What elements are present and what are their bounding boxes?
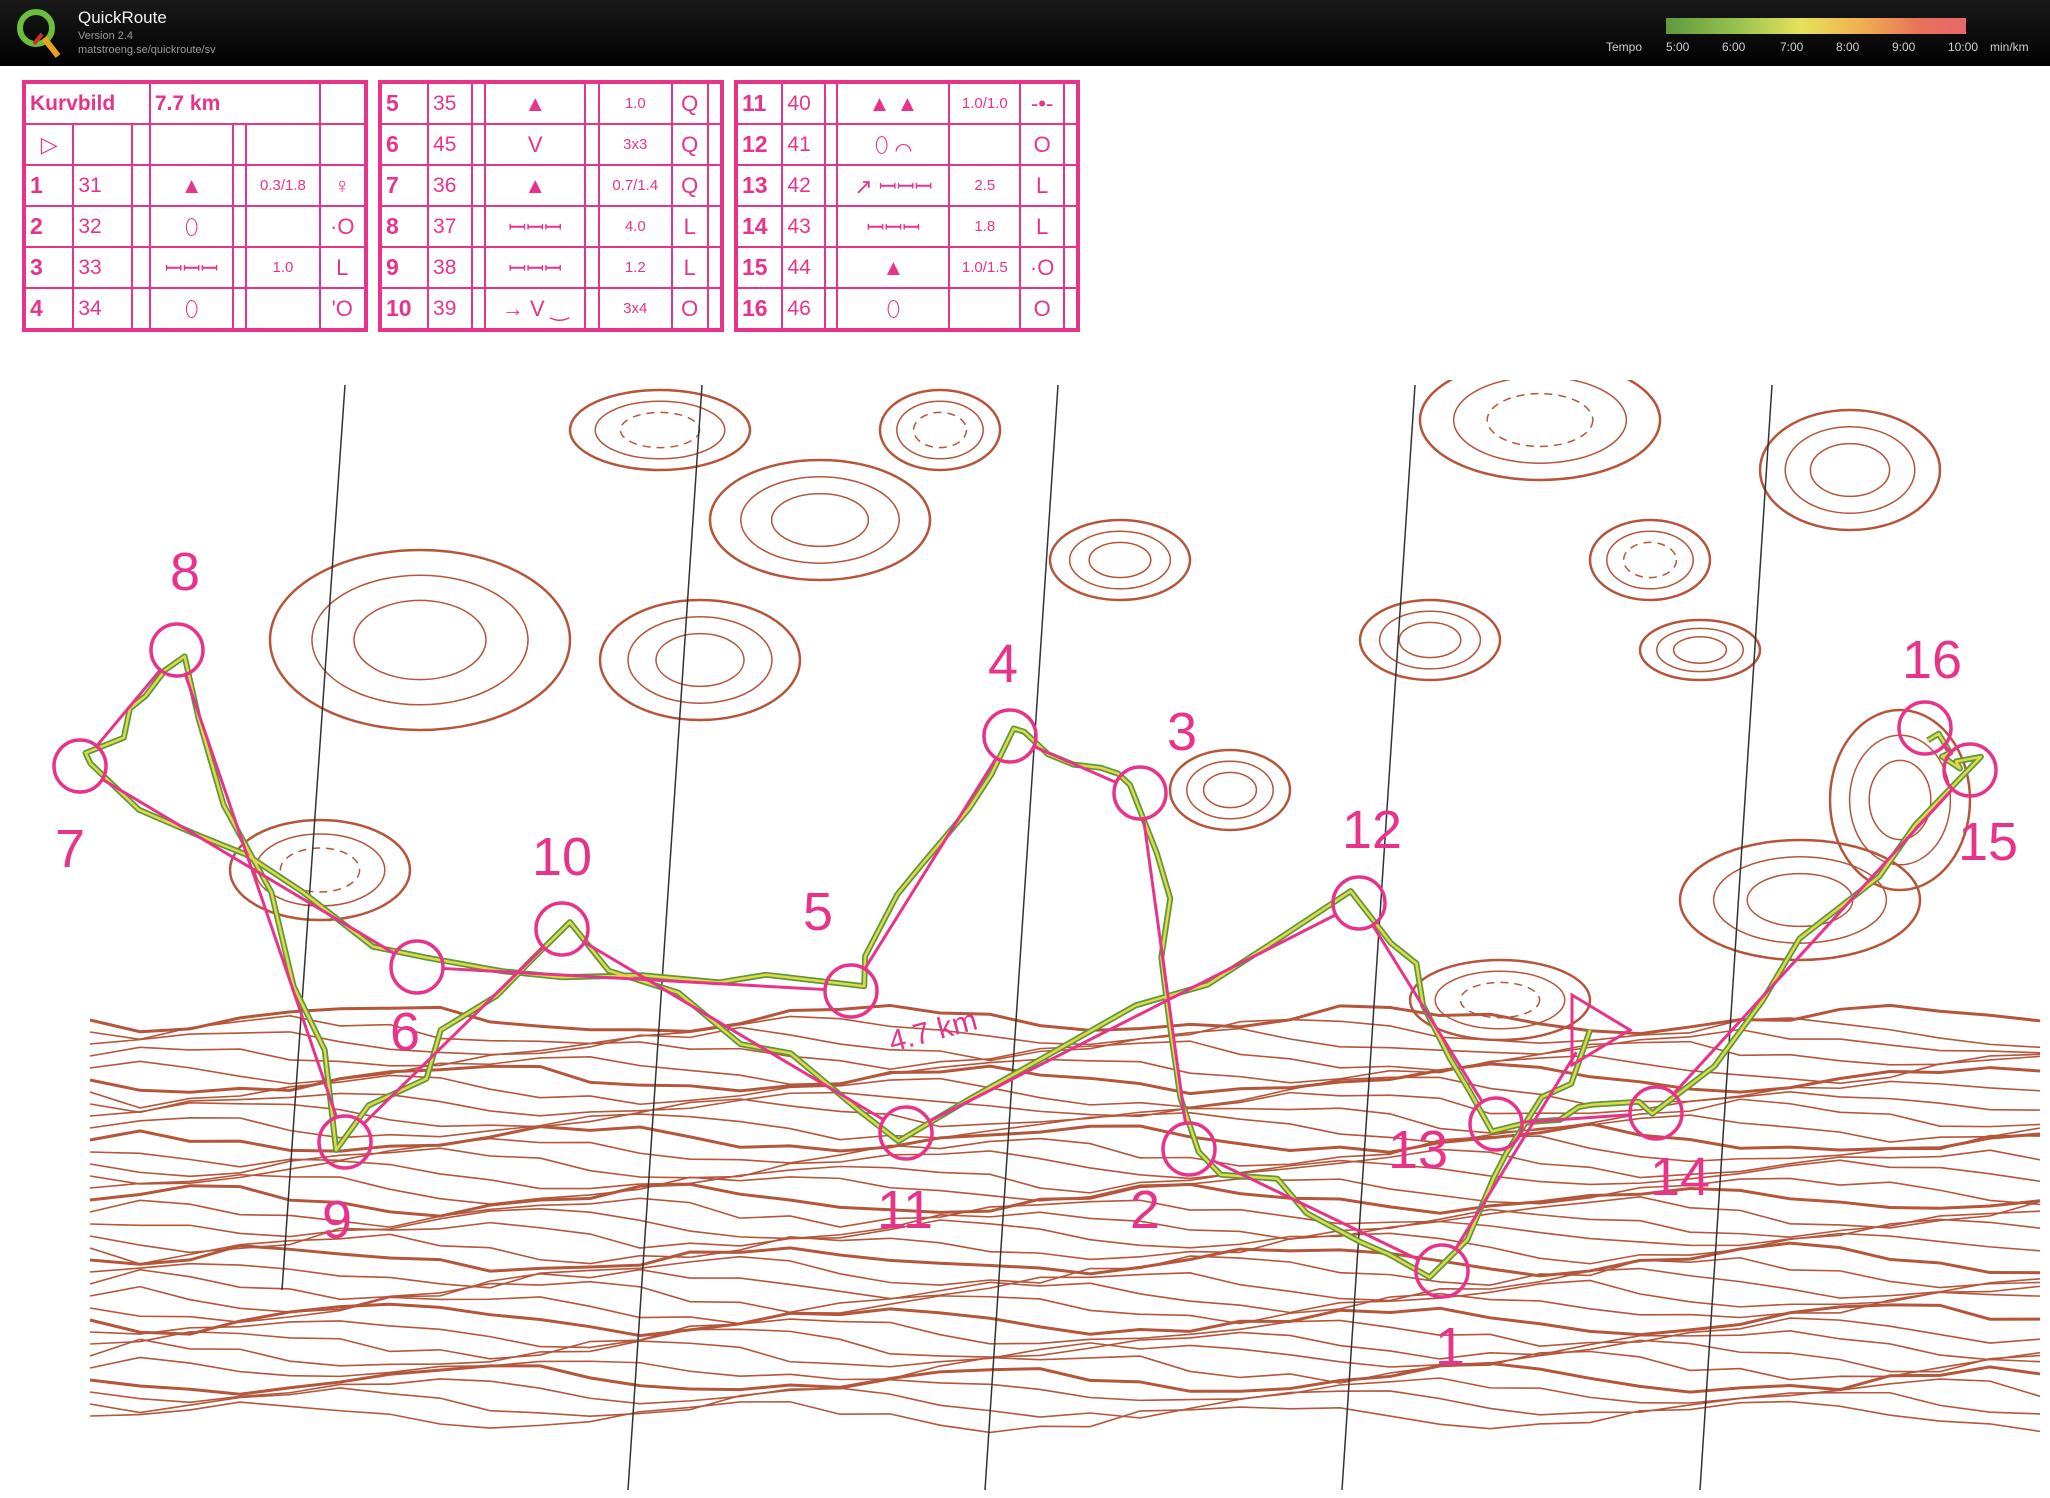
control-number-label: 3 xyxy=(1167,702,1197,762)
description-row: 4 34 ⬯ 'O xyxy=(22,287,368,331)
control-circle xyxy=(149,622,205,678)
description-row: 10 39 → V ‿ 3x4 O xyxy=(378,287,724,331)
control-number-label: 1 xyxy=(1435,1317,1465,1377)
description-row: 3 33 ꟷꟷꟷ 1.0 L xyxy=(22,246,368,289)
app-title: QuickRoute xyxy=(78,8,167,27)
description-row: 12 41 ⬯ ⌒ O xyxy=(734,123,1080,166)
tempo-tick: 9:00 xyxy=(1892,40,1916,54)
description-row: 15 44 ▲ 1.0/1.5 ·O xyxy=(734,246,1080,289)
tempo-unit: min/km xyxy=(1990,40,2029,54)
control-number-label: 12 xyxy=(1342,800,1402,860)
tempo-tick: 5:00 xyxy=(1666,40,1690,54)
control-description-table-2: 5 35 ▲ 1.0 Q 6 45 V 3x3 Q 7 36 ▲ 0.7/1.4 Q 8 37 ꟷꟷꟷ 4.0… xyxy=(378,80,724,332)
control-number-label: 14 xyxy=(1650,1147,1710,1207)
app-url[interactable]: matstroeng.se/quickroute/sv xyxy=(78,44,216,56)
control-number-label: 11 xyxy=(877,1180,933,1240)
control-number-label: 6 xyxy=(390,1002,420,1062)
event-name: Kurvbild xyxy=(23,81,151,125)
description-row: 7 36 ▲ 0.7/1.4 Q xyxy=(378,164,724,207)
app-version: Version 2.4 xyxy=(78,30,134,42)
control-description-table-3: 11 40 ▲ ▲ 1.0/1.0 -•- 12 41 ⬯ ⌒ O 13 42 ↗ ꟷꟷꟷ 2.5 L… xyxy=(734,80,1080,332)
control-number-label: 5 xyxy=(803,882,833,942)
start-triangle-icon: ▷ xyxy=(22,123,75,166)
control-number-label: 9 xyxy=(322,1190,352,1250)
control-number-label: 15 xyxy=(1958,812,2018,872)
description-row: 14 43 ꟷꟷꟷ 1.8 L xyxy=(734,205,1080,248)
orienteering-map[interactable]: 4.7 km 12345678910111213 141516 xyxy=(0,380,2050,1498)
control-number-label: 7 xyxy=(55,819,85,879)
tempo-tick: 6:00 xyxy=(1722,40,1746,54)
description-row: 5 35 ▲ 1.0 Q xyxy=(378,81,724,125)
tempo-label: Tempo xyxy=(1606,40,1643,54)
description-row: 8 37 ꟷꟷꟷ 4.0 L xyxy=(378,205,724,248)
control-number-label: 2 xyxy=(1130,1180,1160,1240)
app-header: QuickRoute Version 2.4 matstroeng.se/qui… xyxy=(0,0,2050,66)
description-row: 6 45 V 3x3 Q xyxy=(378,123,724,166)
tempo-tick: 7:00 xyxy=(1780,40,1804,54)
description-row: 1 31 ▲ 0.3/1.8 ♀ xyxy=(22,164,368,207)
control-number-label: 13 xyxy=(1388,1120,1448,1180)
control-circle xyxy=(389,939,445,995)
control-number-label: 4 xyxy=(988,634,1018,694)
description-row: 9 38 ꟷꟷꟷ 1.2 L xyxy=(378,246,724,289)
description-row: 16 46 ⬯ O xyxy=(734,287,1080,331)
contour-lines xyxy=(89,380,2041,1434)
tempo-color-scale xyxy=(1666,18,1966,34)
description-row: 13 42 ↗ ꟷꟷꟷ 2.5 L xyxy=(734,164,1080,207)
control-number-label: 8 xyxy=(170,542,200,602)
course-length: 7.7 km xyxy=(148,81,321,125)
description-row: 2 32 ⬯ ·O xyxy=(22,205,368,248)
tempo-tick: 10:00 xyxy=(1948,40,1979,54)
control-circle xyxy=(52,738,108,794)
control-description-table-1: Kurvbild 7.7 km ▷ 1 31 ▲ 0.3/1.8 ♀ 2 32 ⬯ ·O 33… xyxy=(22,80,368,332)
quickroute-logo-icon xyxy=(17,9,61,58)
control-number-label: 10 xyxy=(532,827,592,887)
description-row: 11 40 ▲ ▲ 1.0/1.0 -•- xyxy=(734,81,1080,125)
tempo-tick: 8:00 xyxy=(1836,40,1860,54)
control-number-label: 16 xyxy=(1902,630,1962,690)
